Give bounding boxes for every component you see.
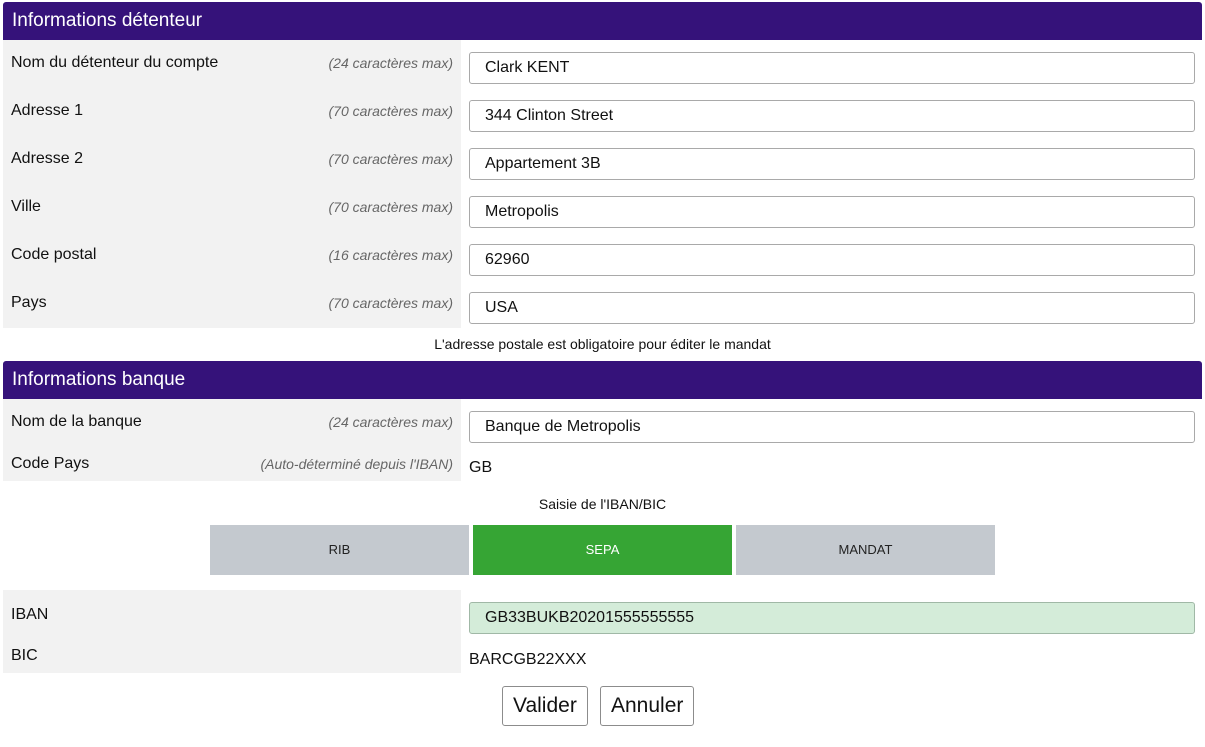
tab-sepa[interactable]: SEPA [473, 525, 732, 575]
holder-name-hint: (24 caractères max) [328, 55, 453, 71]
bank-name-hint: (24 caractères max) [328, 414, 453, 430]
country-input[interactable] [469, 292, 1195, 324]
holder-name-label: Nom du détenteur du compte [11, 54, 219, 71]
city-label: Ville [11, 198, 41, 215]
country-label: Pays [11, 294, 47, 311]
tab-mandat[interactable]: MANDAT [736, 525, 995, 575]
tab-rib[interactable]: RIB [210, 525, 469, 575]
holder-name-input[interactable] [469, 52, 1195, 84]
bank-section-header: Informations banque [3, 361, 1202, 399]
postal-code-label: Code postal [11, 246, 97, 263]
holder-name-row: Nom du détenteur du compte (24 caractère… [3, 40, 1202, 88]
iban-input[interactable] [469, 602, 1195, 634]
bank-name-input[interactable] [469, 411, 1195, 443]
label-cell: Nom du détenteur du compte (24 caractère… [3, 40, 461, 88]
city-row: Ville (70 caractères max) [3, 184, 1202, 232]
label-cell: BIC [3, 638, 461, 673]
holder-section-header: Informations détenteur [3, 2, 1202, 40]
bic-value: BARCGB22XXX [469, 651, 587, 668]
label-cell: Pays (70 caractères max) [3, 280, 461, 328]
bic-label: BIC [11, 647, 38, 664]
address2-label: Adresse 2 [11, 150, 84, 167]
label-cell: Code postal (16 caractères max) [3, 232, 461, 280]
postal-address-note: L'adresse postale est obligatoire pour é… [434, 336, 771, 352]
city-input[interactable] [469, 196, 1195, 228]
postal-code-input[interactable] [469, 244, 1195, 276]
country-code-row: Code Pays (Auto-déterminé depuis l'IBAN)… [3, 447, 1202, 481]
address1-row: Adresse 1 (70 caractères max) [3, 88, 1202, 136]
address2-input[interactable] [469, 148, 1195, 180]
label-cell: Adresse 2 (70 caractères max) [3, 136, 461, 184]
cancel-button[interactable]: Annuler [600, 686, 695, 726]
country-code-value: GB [469, 459, 493, 476]
validate-button[interactable]: Valider [502, 686, 588, 726]
postal-code-hint: (16 caractères max) [328, 247, 453, 263]
country-code-label: Code Pays [11, 455, 90, 472]
postal-code-row: Code postal (16 caractères max) [3, 232, 1202, 280]
address1-hint: (70 caractères max) [328, 103, 453, 119]
address2-hint: (70 caractères max) [328, 151, 453, 167]
country-code-hint: (Auto-déterminé depuis l'IBAN) [260, 456, 453, 472]
iban-bic-caption: Saisie de l'IBAN/BIC [538, 496, 667, 512]
label-cell: Nom de la banque (24 caractères max) [3, 399, 461, 447]
label-cell: IBAN [3, 590, 461, 638]
label-cell: Code Pays (Auto-déterminé depuis l'IBAN) [3, 447, 461, 481]
country-row: Pays (70 caractères max) [3, 280, 1202, 328]
address2-row: Adresse 2 (70 caractères max) [3, 136, 1202, 184]
country-hint: (70 caractères max) [328, 295, 453, 311]
label-cell: Adresse 1 (70 caractères max) [3, 88, 461, 136]
bank-name-label: Nom de la banque [11, 413, 142, 430]
label-cell: Ville (70 caractères max) [3, 184, 461, 232]
iban-label: IBAN [11, 606, 49, 623]
city-hint: (70 caractères max) [328, 199, 453, 215]
bank-name-row: Nom de la banque (24 caractères max) [3, 399, 1202, 447]
address1-label: Adresse 1 [11, 102, 84, 119]
iban-row: IBAN [3, 590, 1202, 638]
address1-input[interactable] [469, 100, 1195, 132]
bic-row: BIC BARCGB22XXX [3, 638, 1202, 673]
